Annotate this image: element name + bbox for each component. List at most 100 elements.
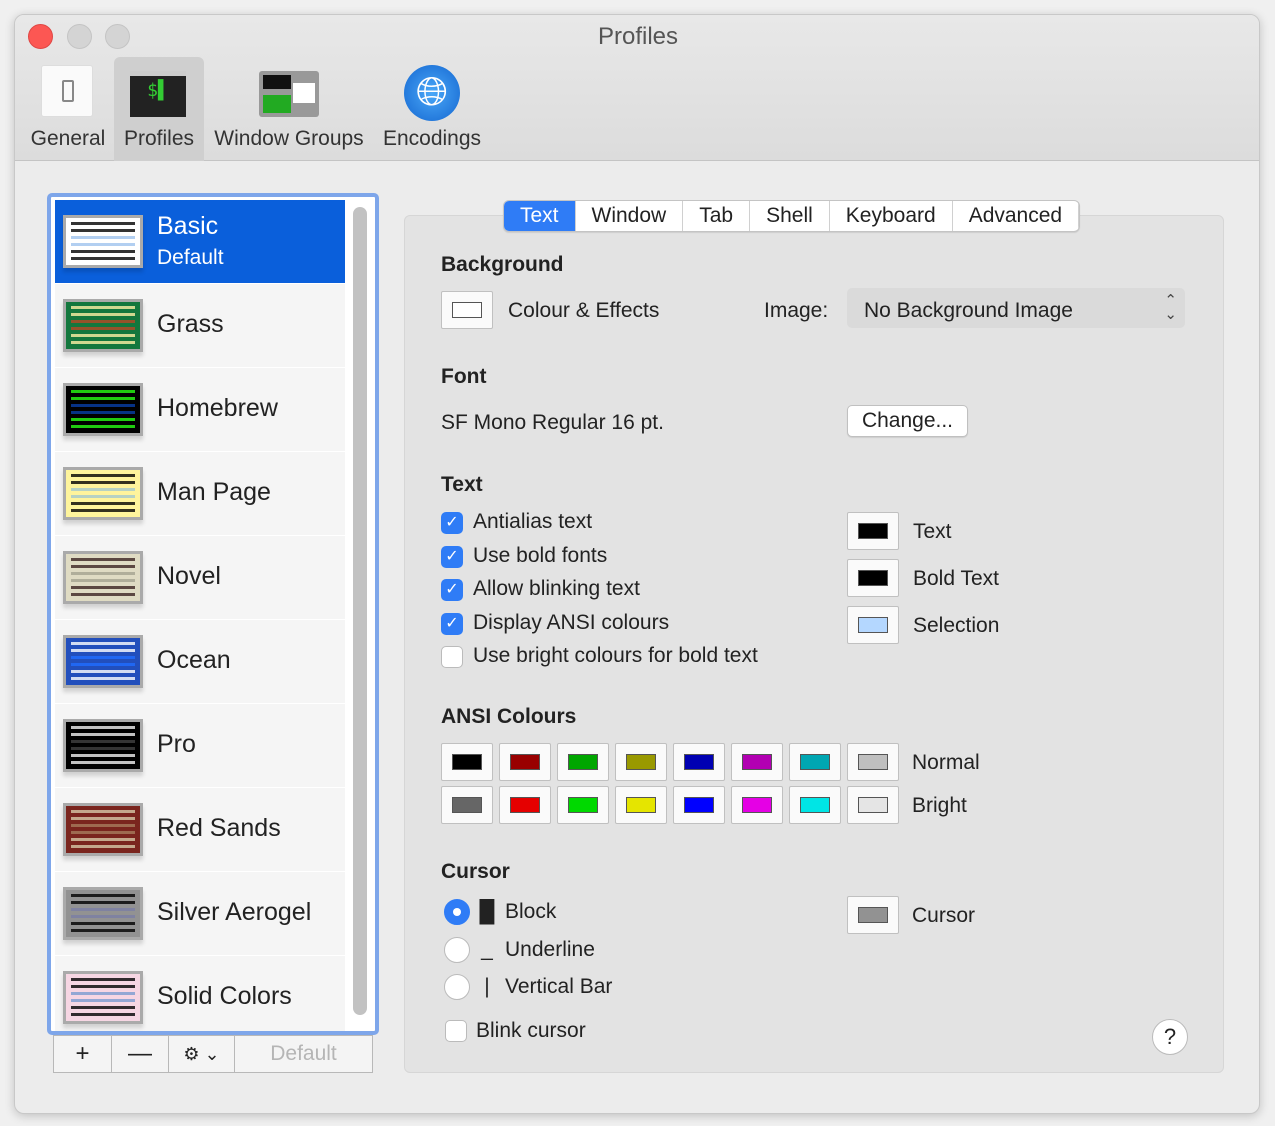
profile-name: Basic (157, 212, 219, 240)
ansi-normal-swatch[interactable] (441, 743, 493, 781)
blink-cursor-label: Blink cursor (476, 1019, 586, 1042)
toolbar-window-groups[interactable]: Window Groups (209, 57, 369, 161)
image-label: Image: (764, 299, 829, 322)
profile-default-label: Default (157, 246, 224, 269)
cursor-glyph-icon: █ (479, 900, 495, 923)
profile-thumbnail (63, 551, 143, 604)
preferences-window: Profiles General $▌ Profiles Window Grou… (14, 14, 1260, 1114)
colour-effects-well[interactable] (441, 291, 493, 329)
toolbar-label: Window Groups (214, 127, 364, 150)
text-option-checkbox[interactable]: ✓ (441, 612, 463, 635)
toolbar-profiles[interactable]: $▌ Profiles (114, 57, 204, 161)
ansi-normal-swatch[interactable] (615, 743, 667, 781)
gear-menu-button[interactable]: ⚙︎ ⌄ (169, 1036, 235, 1072)
ansi-normal-label: Normal (912, 751, 980, 774)
ansi-bright-swatch[interactable] (731, 786, 783, 824)
chevron-updown-icon: ⌃ ⌄ (1164, 292, 1177, 323)
profile-row[interactable]: Novel (55, 536, 345, 620)
profile-thumbnail (63, 635, 143, 688)
terminal-icon: $▌ (130, 71, 186, 117)
default-button[interactable]: Default (235, 1036, 372, 1072)
gear-icon: ⚙︎ ⌄ (183, 1043, 220, 1064)
cursor-style-label: Block (505, 900, 557, 923)
profile-row[interactable]: Pro (55, 704, 345, 788)
add-profile-button[interactable]: + (54, 1036, 112, 1072)
profile-row[interactable]: Ocean (55, 620, 345, 704)
profile-row[interactable]: Grass (55, 284, 345, 368)
profile-row[interactable]: Silver Aerogel (55, 872, 345, 956)
remove-profile-button[interactable]: — (112, 1036, 169, 1072)
change-font-button[interactable]: Change... (847, 405, 968, 437)
toolbar-label: Encodings (382, 127, 482, 150)
ansi-bright-swatch[interactable] (847, 786, 899, 824)
toolbar-general[interactable]: General (27, 57, 109, 161)
tab-window[interactable]: Window (576, 201, 684, 231)
cursor-style-radio[interactable] (444, 899, 470, 925)
profile-row[interactable]: Red Sands (55, 788, 345, 872)
ansi-bright-swatch[interactable] (615, 786, 667, 824)
profile-thumbnail (63, 383, 143, 436)
profile-thumbnail (63, 887, 143, 940)
ansi-normal-swatch[interactable] (673, 743, 725, 781)
cursor-colour-label: Cursor (912, 904, 976, 927)
text-colour-well[interactable] (847, 559, 899, 597)
text-colour-label: Bold Text (913, 567, 999, 590)
toolbar-label: Profiles (123, 127, 195, 150)
text-option-label: Display ANSI colours (473, 610, 670, 634)
switch-icon (41, 65, 93, 117)
profile-thumbnail (63, 971, 143, 1024)
profile-row[interactable]: Solid Colors (55, 956, 345, 1031)
profile-row[interactable]: Homebrew (55, 368, 345, 452)
ansi-normal-swatch[interactable] (847, 743, 899, 781)
text-option-checkbox[interactable]: ✓ (441, 512, 463, 534)
profile-thumbnail (63, 215, 143, 268)
text-colour-well[interactable] (847, 512, 899, 550)
ansi-bright-swatch[interactable] (789, 786, 841, 824)
cursor-style-radio[interactable] (444, 936, 470, 963)
colour-effects-label: Colour & Effects (508, 299, 660, 322)
text-option-checkbox[interactable]: ✓ (441, 545, 463, 568)
tab-shell[interactable]: Shell (750, 201, 830, 231)
ansi-normal-swatch[interactable] (789, 743, 841, 781)
ansi-bright-swatch[interactable] (441, 786, 493, 824)
tab-tab[interactable]: Tab (683, 201, 751, 231)
toolbar-encodings[interactable]: 🌐︎ Encodings (377, 57, 487, 161)
ansi-bright-swatch[interactable] (557, 786, 609, 824)
ansi-bright-swatch[interactable] (673, 786, 725, 824)
profile-name: Man Page (157, 478, 271, 506)
profile-thumbnail (63, 719, 143, 772)
ansi-normal-swatch[interactable] (499, 743, 551, 781)
blink-cursor-checkbox[interactable] (445, 1020, 467, 1042)
profile-name: Solid Colors (157, 982, 292, 1010)
help-button[interactable]: ? (1152, 1019, 1188, 1055)
tab-keyboard[interactable]: Keyboard (830, 201, 953, 231)
cursor-colour-well[interactable] (847, 896, 899, 934)
settings-tabs: Text Window Tab Shell Keyboard Advanced (503, 200, 1081, 232)
profile-row[interactable]: Basic Default (55, 200, 345, 284)
scrollbar[interactable] (353, 207, 367, 1015)
profile-list[interactable]: Basic Default Grass Homebrew Man Page Nov… (47, 193, 379, 1035)
font-heading: Font (441, 365, 487, 388)
font-value: SF Mono Regular 16 pt. (441, 411, 664, 434)
profile-row[interactable]: Man Page (55, 452, 345, 536)
tab-text[interactable]: Text (504, 201, 576, 231)
text-option-checkbox[interactable]: ✓ (441, 579, 463, 601)
cursor-style-radio[interactable] (444, 974, 470, 1000)
ansi-normal-swatch[interactable] (731, 743, 783, 781)
text-colour-label: Selection (913, 614, 1000, 637)
text-colour-label: Text (913, 520, 952, 543)
profile-name: Novel (157, 562, 221, 590)
ansi-bright-swatch[interactable] (499, 786, 551, 824)
text-colour-well[interactable] (847, 606, 899, 644)
text-option-checkbox[interactable] (441, 646, 463, 668)
profile-name: Pro (157, 730, 196, 758)
toolbar-label: General (30, 127, 106, 150)
select-value: No Background Image (864, 299, 1073, 322)
profile-name: Silver Aerogel (157, 898, 312, 926)
globe-icon: 🌐︎ (404, 65, 460, 121)
background-image-select[interactable]: No Background Image ⌃ ⌄ (847, 288, 1185, 328)
ansi-normal-swatch[interactable] (557, 743, 609, 781)
cursor-glyph-icon: | (484, 975, 490, 998)
background-heading: Background (441, 253, 564, 276)
tab-advanced[interactable]: Advanced (953, 201, 1080, 231)
